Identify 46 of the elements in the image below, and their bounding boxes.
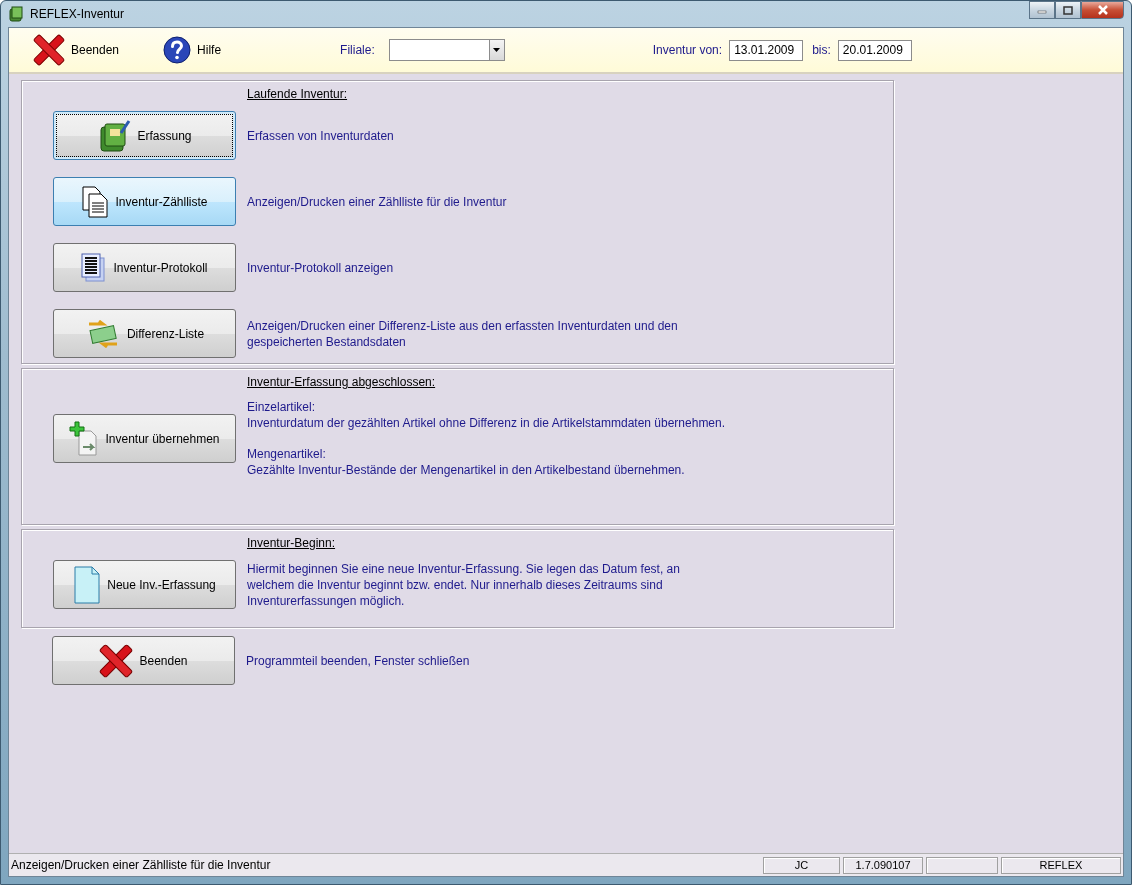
status-panel: REFLEX [1001,856,1121,874]
description-text: Einzelartikel: Inventurdatum der gezählten Artikel ohne Differenz in die Artikelstammdaten übernehmen. [247,399,727,431]
pages-icon [81,185,110,218]
close-icon [33,34,65,66]
section-heading: Inventur-Erfassung abgeschlossen: [247,375,436,389]
close-icon [1096,5,1109,15]
toolbar-button[interactable]: Beenden [33,34,120,66]
period-to-label: bis: [812,43,831,57]
book-icon [97,118,132,153]
help-icon [163,36,192,64]
status-panel: 1.7.090107 [843,856,923,874]
action-button[interactable]: Inventur übernehmen [53,414,236,463]
date-to-field[interactable]: 20.01.2009 [837,39,912,61]
action-button[interactable]: Erfassung [53,111,236,160]
description-text: Anzeigen/Drucken einer Zählliste für die Inventur [247,193,508,210]
add-document-icon [69,420,100,457]
description-text: Anzeigen/Drucken einer Differenz-Liste aus den erfassten Inventurdaten und den gespeicherten Bestandsdaten [247,317,679,350]
description-text: Mengenartikel: Gezählte Inventur-Bestände der Mengenartikel in den Artikelbestand übernehmen. [247,446,686,478]
status-panel: JC [763,856,840,874]
status-text: Anzeigen/Drucken einer Zählliste für die Inventur [11,858,272,872]
description-text: Inventur-Protokoll anzeigen [247,259,395,276]
description-text: Erfassen von Inventurdaten [247,127,395,144]
action-button[interactable]: Differenz-Liste [53,309,236,358]
close-button[interactable] [1081,1,1124,19]
action-button[interactable]: Beenden [52,636,235,685]
list-icon [81,252,108,283]
description-text: Programmteil beenden, Fenster schließen [246,652,471,669]
app-icon [8,6,24,22]
maximize-button[interactable] [1055,1,1081,19]
date-from-field[interactable]: 13.01.2009 [729,39,804,61]
window-title: REFLEX-Inventur [30,7,126,21]
branch-label: Filiale: [340,43,375,57]
section-heading: Inventur-Beginn: [247,536,336,550]
document-icon [73,565,102,604]
action-button[interactable]: Inventur-Zählliste [53,177,236,226]
description-text: Hiermit beginnen Sie eine neue Inventur-Erfassung. Sie legen das Datum fest, an welchem die Inventur beginnt bzw. endet. Nur innerhalb dieses Zeitraums sind Inventurerfassungen möglich. [247,560,681,609]
toolbar-button[interactable]: Hilfe [163,36,222,64]
section-heading: Laufende Inventur: [247,87,348,101]
minimize-button[interactable] [1029,1,1055,19]
status-panel [926,856,998,874]
branch-dropdown[interactable] [388,39,505,61]
action-button[interactable]: Neue Inv.-Erfassung [53,560,236,609]
period-from-label: Inventur von: [652,43,723,57]
action-button[interactable]: Inventur-Protokoll [53,243,236,292]
caret-icon [493,48,501,52]
maximize-icon [1063,5,1073,15]
